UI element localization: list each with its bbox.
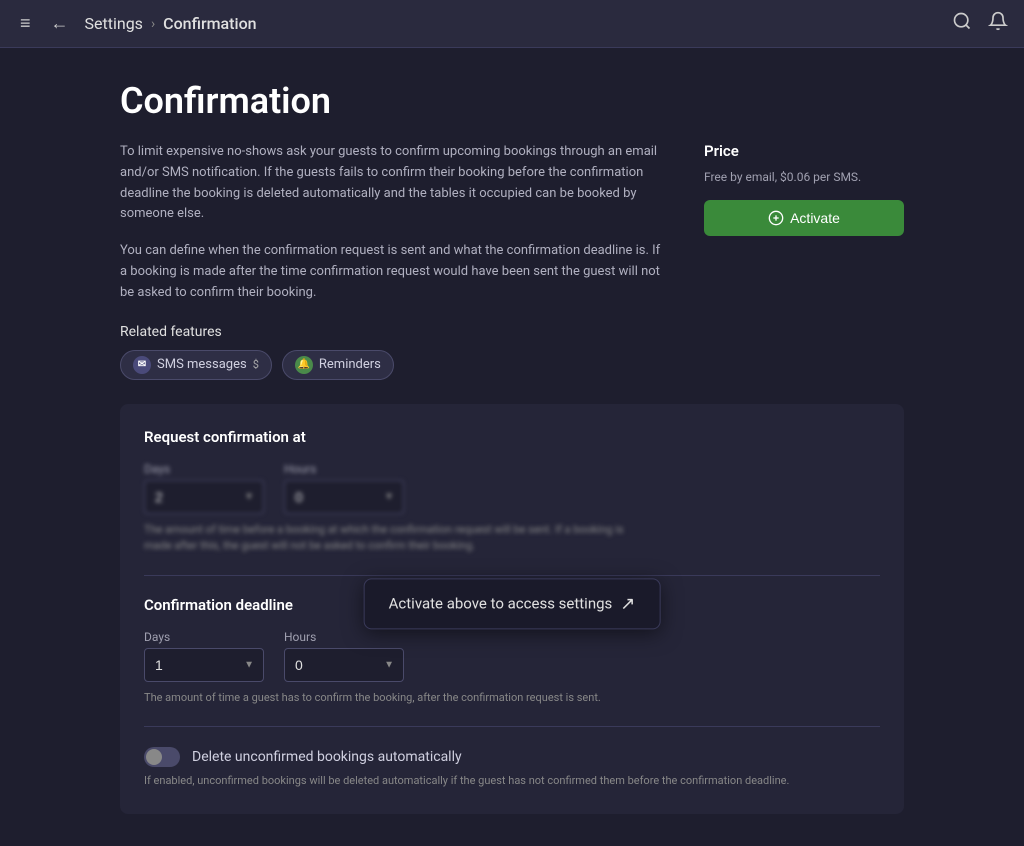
delete-section: Delete unconfirmed bookings automaticall… bbox=[144, 747, 880, 790]
nav-right-icons bbox=[952, 11, 1008, 36]
breadcrumb-current: Confirmation bbox=[163, 14, 256, 33]
request-form-row: Days 2 1 3 Hours 0 bbox=[144, 462, 880, 514]
settings-panel: Request confirmation at Days 2 1 3 bbox=[120, 404, 904, 814]
request-section-content-blurred: Days 2 1 3 Hours 0 bbox=[144, 462, 880, 555]
overlay-arrow-icon: ↗ bbox=[620, 593, 635, 614]
description-2: You can define when the confirmation req… bbox=[120, 241, 664, 303]
sms-badge: $ bbox=[253, 358, 259, 371]
delete-hint: If enabled, unconfirmed bookings will be… bbox=[144, 773, 880, 790]
sms-icon: ✉ bbox=[133, 356, 151, 374]
deadline-days-select-wrapper: 1 0 2 bbox=[144, 648, 264, 682]
notification-icon[interactable] bbox=[988, 11, 1008, 36]
request-section: Request confirmation at Days 2 1 3 bbox=[144, 428, 880, 555]
reminders-label: Reminders bbox=[319, 357, 381, 372]
deadline-hours-label: Hours bbox=[284, 630, 404, 644]
toggle-knob bbox=[146, 749, 162, 765]
sms-label: SMS messages bbox=[157, 357, 247, 372]
request-days-select-wrapper: 2 1 3 bbox=[144, 480, 264, 514]
deadline-hours-select[interactable]: 0 1 bbox=[284, 648, 404, 682]
delete-toggle-label: Delete unconfirmed bookings automaticall… bbox=[192, 749, 462, 765]
breadcrumb-separator: › bbox=[151, 16, 155, 32]
activate-button[interactable]: Activate bbox=[704, 200, 904, 236]
related-features-list: ✉ SMS messages $ 🔔 Reminders bbox=[120, 350, 664, 380]
request-hours-label: Hours bbox=[284, 462, 404, 476]
section-divider-2 bbox=[144, 726, 880, 727]
price-title: Price bbox=[704, 142, 904, 160]
reminders-icon: 🔔 bbox=[295, 356, 313, 374]
activate-plus-icon bbox=[768, 210, 784, 226]
delete-toggle-row: Delete unconfirmed bookings automaticall… bbox=[144, 747, 880, 767]
activate-label: Activate bbox=[790, 210, 840, 226]
main-content: Confirmation To limit expensive no-shows… bbox=[0, 48, 1024, 846]
back-button[interactable]: ← bbox=[47, 9, 73, 38]
price-description: Free by email, $0.06 per SMS. bbox=[704, 168, 904, 186]
request-hours-select-wrapper: 0 1 bbox=[284, 480, 404, 514]
delete-toggle[interactable] bbox=[144, 747, 180, 767]
description-1: To limit expensive no-shows ask your gue… bbox=[120, 142, 664, 225]
hamburger-icon[interactable]: ≡ bbox=[16, 9, 35, 38]
request-days-label: Days bbox=[144, 462, 264, 476]
request-hours-select[interactable]: 0 1 bbox=[284, 480, 404, 514]
page-title: Confirmation bbox=[120, 80, 904, 122]
deadline-days-select[interactable]: 1 0 2 bbox=[144, 648, 264, 682]
related-features: Related features ✉ SMS messages $ 🔔 Remi… bbox=[120, 324, 664, 380]
deadline-hint: The amount of time a guest has to confir… bbox=[144, 690, 644, 707]
related-features-title: Related features bbox=[120, 324, 664, 340]
deadline-days-label: Days bbox=[144, 630, 264, 644]
activate-overlay-tooltip: Activate above to access settings ↗ bbox=[364, 578, 661, 629]
breadcrumb-parent[interactable]: Settings bbox=[85, 14, 143, 33]
breadcrumb: Settings › Confirmation bbox=[85, 14, 257, 33]
request-days-select[interactable]: 2 1 3 bbox=[144, 480, 264, 514]
content-left: To limit expensive no-shows ask your gue… bbox=[120, 142, 664, 380]
deadline-days-group: Days 1 0 2 bbox=[144, 630, 264, 682]
content-layout: To limit expensive no-shows ask your gue… bbox=[120, 142, 904, 380]
request-hint: The amount of time before a booking at w… bbox=[144, 522, 644, 555]
search-icon[interactable] bbox=[952, 11, 972, 36]
deadline-hours-select-wrapper: 0 1 bbox=[284, 648, 404, 682]
request-hours-group: Hours 0 1 bbox=[284, 462, 404, 514]
feature-tag-sms[interactable]: ✉ SMS messages $ bbox=[120, 350, 272, 380]
request-section-title: Request confirmation at bbox=[144, 428, 880, 446]
section-divider-1 bbox=[144, 575, 880, 576]
request-days-group: Days 2 1 3 bbox=[144, 462, 264, 514]
deadline-form-row: Days 1 0 2 Hours 0 1 bbox=[144, 630, 880, 682]
price-card: Price Free by email, $0.06 per SMS. Acti… bbox=[704, 142, 904, 236]
deadline-hours-group: Hours 0 1 bbox=[284, 630, 404, 682]
feature-tag-reminders[interactable]: 🔔 Reminders bbox=[282, 350, 394, 380]
top-nav: ≡ ← Settings › Confirmation bbox=[0, 0, 1024, 48]
overlay-text: Activate above to access settings bbox=[389, 594, 613, 612]
